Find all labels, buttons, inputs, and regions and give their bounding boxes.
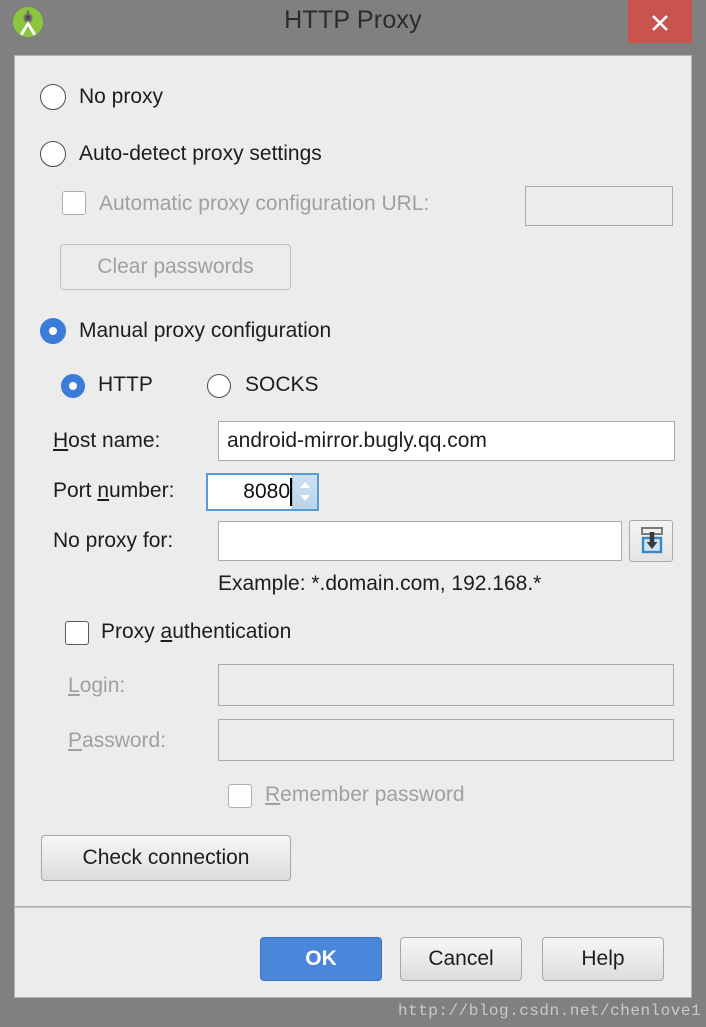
label-protocol-http: HTTP — [98, 373, 153, 396]
check-connection-button[interactable]: Check connection — [41, 835, 291, 881]
label-login: Login: — [68, 674, 125, 698]
host-name-input[interactable]: android-mirror.bugly.qq.com — [218, 421, 675, 461]
auth-label-rest: uthentication — [172, 620, 292, 643]
host-mnemonic: H — [53, 429, 69, 452]
radio-manual-proxy[interactable] — [40, 318, 66, 344]
page-title: HTTP Proxy — [284, 6, 422, 34]
remember-label-rest: emember password — [280, 783, 465, 806]
title-bar: HTTP Proxy — [0, 0, 706, 44]
remember-mnemonic: R — [265, 783, 281, 806]
port-number-value[interactable]: 8080 — [208, 475, 292, 509]
import-tray-icon — [641, 527, 663, 554]
checkbox-proxy-authentication[interactable] — [65, 621, 89, 645]
port-mnemonic: n — [97, 479, 110, 502]
radio-auto-detect[interactable] — [40, 141, 66, 167]
no-proxy-for-input[interactable] — [218, 521, 622, 561]
port-number-spinner[interactable]: 8080 — [206, 473, 319, 511]
radio-protocol-socks[interactable] — [207, 374, 231, 398]
label-manual-proxy: Manual proxy configuration — [79, 319, 332, 342]
close-button[interactable] — [628, 0, 692, 43]
host-label-rest: ost name: — [68, 429, 161, 452]
label-proxy-authentication: Proxy authentication — [101, 620, 291, 644]
label-auto-config-url: Automatic proxy configuration URL: — [99, 192, 430, 215]
clear-passwords-button: Clear passwords — [60, 244, 291, 290]
radio-no-proxy[interactable] — [40, 84, 66, 110]
radio-protocol-http[interactable] — [61, 374, 85, 398]
password-mnemonic: P — [68, 729, 83, 752]
spinner-down-icon[interactable] — [300, 495, 310, 501]
port-label-rest: umber: — [109, 479, 175, 502]
example-hint: Example: *.domain.com, 192.168.* — [218, 572, 542, 595]
cancel-button[interactable]: Cancel — [400, 937, 522, 981]
auth-mnemonic: a — [160, 620, 173, 643]
password-input — [218, 719, 674, 761]
help-button[interactable]: Help — [542, 937, 664, 981]
login-mnemonic: L — [68, 674, 80, 697]
label-no-proxy-for: No proxy for: — [53, 529, 174, 552]
checkbox-remember-password — [228, 784, 252, 808]
spinner-arrows[interactable] — [292, 475, 317, 509]
auth-label-pre: Proxy — [101, 620, 161, 643]
label-remember-password: Remember password — [265, 783, 465, 807]
import-tray-icon-button[interactable] — [629, 520, 673, 562]
close-icon — [652, 15, 668, 31]
ok-button[interactable]: OK — [260, 937, 382, 981]
label-auto-detect: Auto-detect proxy settings — [79, 142, 322, 165]
auto-config-url-input — [525, 186, 673, 226]
login-input — [218, 664, 674, 706]
spinner-up-icon[interactable] — [300, 482, 310, 488]
watermark-text: http://blog.csdn.net/chenlove1 — [398, 1002, 702, 1020]
login-label-rest: ogin: — [79, 674, 126, 697]
label-port-number: Port number: — [53, 479, 174, 503]
dialog-content-panel: No proxy Auto-detect proxy settings Auto… — [14, 55, 692, 907]
port-label-pre: Port — [53, 479, 98, 502]
label-protocol-socks: SOCKS — [245, 373, 319, 396]
http-proxy-dialog-window: HTTP Proxy No proxy Auto-detect proxy se… — [0, 0, 706, 1027]
label-password: Password: — [68, 729, 166, 753]
label-host-name: Host name: — [53, 429, 160, 453]
label-no-proxy: No proxy — [79, 85, 164, 108]
checkbox-auto-config-url — [62, 191, 86, 215]
password-label-rest: assword: — [82, 729, 167, 752]
dialog-button-bar: OK Cancel Help — [14, 908, 692, 998]
